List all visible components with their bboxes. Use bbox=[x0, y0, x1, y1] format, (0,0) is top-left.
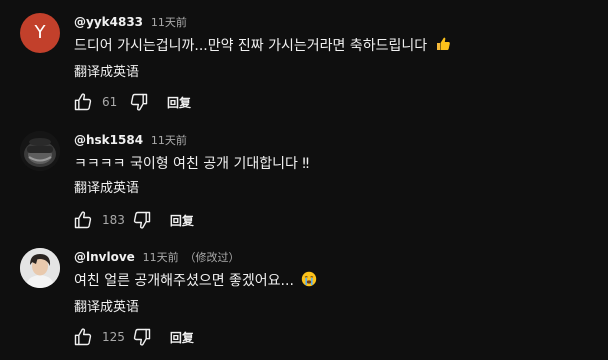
comment-time[interactable]: 11天前 bbox=[143, 251, 179, 264]
thumbs-up-icon[interactable] bbox=[72, 91, 94, 113]
comment-text: 드디어 가시는겁니까...만약 진짜 가시는거라면 축하드립니다 bbox=[74, 36, 598, 58]
avatar[interactable] bbox=[20, 248, 60, 288]
comment-item: @hsk1584 11天前 ㅋㅋㅋㅋ 국이형 여친 공개 기대합니다 ‼ 翻译成… bbox=[0, 131, 608, 241]
reply-button[interactable]: 回复 bbox=[170, 212, 194, 229]
reply-button[interactable]: 回复 bbox=[170, 329, 194, 346]
comment-meta: @lnvlove 11天前 （修改过） bbox=[74, 248, 598, 266]
thumbs-down-icon[interactable] bbox=[128, 91, 150, 113]
translate-link[interactable]: 翻译成英语 bbox=[74, 64, 139, 82]
comment-text-content: 드디어 가시는겁니까...만약 진짜 가시는거라면 축하드립니다 bbox=[74, 38, 428, 54]
like-count: 61 bbox=[102, 95, 118, 109]
comment-time[interactable]: 11天前 bbox=[151, 134, 187, 147]
avatar[interactable] bbox=[20, 131, 60, 171]
comment-text-content: ㅋㅋㅋㅋ 국이형 여친 공개 기대합니다 ‼ bbox=[74, 156, 310, 172]
comments-section: Y @yyk4833 11天前 드디어 가시는겁니까...만약 진짜 가시는거라… bbox=[0, 0, 608, 360]
author-name[interactable]: @hsk1584 bbox=[74, 133, 143, 147]
comment-actions: 125 回复 bbox=[72, 324, 194, 350]
thumbs-down-icon[interactable] bbox=[131, 209, 153, 231]
like-count: 183 bbox=[102, 213, 125, 227]
comment-text-content: 여친 얼른 공개해주셨으면 좋겠어요... bbox=[74, 273, 294, 289]
comment-item: Y @yyk4833 11天前 드디어 가시는겁니까...만약 진짜 가시는거라… bbox=[0, 13, 608, 123]
thumbs-up-icon[interactable] bbox=[72, 209, 94, 231]
thumbs-down-icon[interactable] bbox=[131, 326, 153, 348]
edited-label: （修改过） bbox=[184, 251, 240, 264]
comment-item: @lnvlove 11天前 （修改过） 여친 얼른 공개해주셨으면 좋겠어요..… bbox=[0, 248, 608, 358]
comment-meta: @hsk1584 11天前 bbox=[74, 131, 598, 149]
comment-body: @lnvlove 11天前 （修改过） 여친 얼른 공개해주셨으면 좋겠어요..… bbox=[74, 248, 598, 317]
avatar[interactable]: Y bbox=[20, 13, 60, 53]
author-name[interactable]: @yyk4833 bbox=[74, 15, 143, 29]
comment-text: 여친 얼른 공개해주셨으면 좋겠어요... bbox=[74, 271, 598, 293]
crying-face-emoji-icon bbox=[301, 271, 317, 293]
author-name[interactable]: @lnvlove bbox=[74, 250, 135, 264]
translate-link[interactable]: 翻译成英语 bbox=[74, 180, 139, 198]
comment-actions: 61 回复 bbox=[72, 89, 191, 115]
comment-actions: 183 回复 bbox=[72, 207, 194, 233]
comment-meta: @yyk4833 11天前 bbox=[74, 13, 598, 31]
comment-body: @yyk4833 11天前 드디어 가시는겁니까...만약 진짜 가시는거라면 … bbox=[74, 13, 598, 82]
thumbs-up-icon[interactable] bbox=[72, 326, 94, 348]
comment-text: ㅋㅋㅋㅋ 국이형 여친 공개 기대합니다 ‼ bbox=[74, 154, 598, 174]
like-count: 125 bbox=[102, 330, 125, 344]
comment-time[interactable]: 11天前 bbox=[151, 16, 187, 29]
thumbs-up-emoji-icon bbox=[435, 36, 451, 58]
translate-link[interactable]: 翻译成英语 bbox=[74, 299, 139, 317]
comment-body: @hsk1584 11天前 ㅋㅋㅋㅋ 국이형 여친 공개 기대합니다 ‼ 翻译成… bbox=[74, 131, 598, 198]
reply-button[interactable]: 回复 bbox=[167, 94, 191, 111]
